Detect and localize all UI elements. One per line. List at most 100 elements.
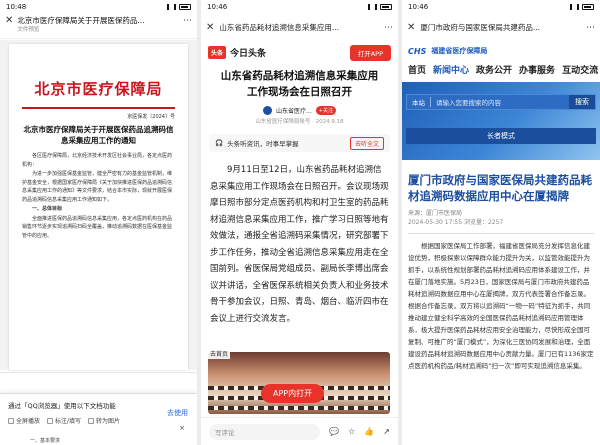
doc-number: 京医保发〔2024〕号 (127, 114, 175, 120)
status-icons (570, 4, 594, 10)
app-brand-bar: 头条 今日头条 打开APP (201, 41, 398, 64)
top-bar: ✕ 厦门市政府与国家医保局共建药品... ⋯ (402, 14, 600, 41)
article-meta: 来源：厦门市医保局 2024-05-30 17:55 浏览量：2257 (402, 204, 600, 227)
sheet-options: 全屏播放 标注/填写 转为图片 (8, 416, 189, 425)
top-bar: ✕ 北京市医疗保障局关于开展医保药品... 文件预览 ⋯ (0, 14, 197, 39)
meta-source: 来源：厦门市医保局 (408, 210, 463, 217)
favorite-icon[interactable]: ☆ (348, 427, 355, 436)
article-meta: 山东省医疗保障局账号 · 2024.9.18 (255, 119, 344, 125)
doc-paragraph: 全面推进医保药品追溯码信息采集应用，各定点医药机构在药品销售环节逐步实现追溯码扫… (22, 215, 173, 239)
document-page: 北京市医疗保障局 京医保发〔2024〕号 北京市医疗保障局关于开展医保药品追溯码… (9, 44, 188, 370)
promo-text: 头条听资讯，时事早掌握 (227, 140, 299, 148)
checkbox-icon (47, 418, 54, 424)
comment-input[interactable]: 写评论 (209, 423, 321, 440)
status-bar: 10:48 (0, 0, 197, 14)
close-icon[interactable]: ✕ (206, 22, 214, 33)
battery-icon (380, 4, 392, 10)
nav-item-interaction[interactable]: 互动交流 (562, 63, 598, 76)
back-home-link[interactable]: 去首页 (208, 348, 231, 359)
page-title: 山东省药品耗材追溯信息采集应用... (219, 23, 340, 32)
main-nav: 首页 新闻中心 政务公开 办事服务 互动交流 (402, 61, 600, 78)
doc-paragraph: 为进一步加强医保基金监管，健全严密有力的基金监管机制，维护基金安全，根据国家医疗… (22, 171, 173, 203)
signal-icon (570, 4, 579, 10)
title-group: 北京市医疗保障局关于开展医保药品... 文件预览 (17, 15, 179, 34)
option-fullscreen[interactable]: 全屏播放 (8, 416, 40, 425)
sheet-text: 通过「QQ浏览器」使用以下文档功能 (8, 402, 116, 410)
audio-promo[interactable]: 🎧 头条听资讯，时事早掌握 去听全文 (209, 134, 390, 152)
elder-mode-label: 长者模式 (487, 132, 515, 140)
more-icon[interactable]: ⋯ (586, 23, 595, 33)
search-bar: 本站 请输入您要搜索的内容 搜索 (406, 94, 596, 110)
toutiao-logo: 头条 (208, 46, 227, 59)
checkbox-icon (88, 418, 95, 424)
signal-icon (167, 4, 176, 10)
next-page-peek (9, 374, 188, 390)
search-scope[interactable]: 本站 (407, 97, 431, 107)
more-icon[interactable]: ⋯ (384, 23, 393, 33)
seat-row (208, 406, 390, 410)
top-bar: ✕ 山东省药品耗材追溯信息采集应用... ⋯ (201, 14, 398, 41)
status-bar: 10:46 (402, 0, 600, 14)
page-title: 厦门市政府与国家医保局共建药品... (420, 23, 541, 32)
search-banner: 本站 请输入您要搜索的内容 搜索 长者模式 (402, 82, 600, 160)
status-time: 10:46 (207, 3, 228, 11)
doc-header: 北京市医疗保障局 (34, 80, 163, 98)
nav-item-services[interactable]: 办事服务 (519, 63, 555, 76)
article-body: 根据国家医保局工作部署，福建省医保局充分发挥信息化建设优势，积极探索以保障群众能… (408, 242, 594, 370)
open-app-button[interactable]: 打开APP (349, 44, 391, 61)
doc-section-heading: 一、总体目标 (32, 206, 63, 212)
site-name: 福建省医疗保障局 (431, 47, 488, 55)
meta-date-views: 2024-05-30 17:55 浏览量：2257 (408, 219, 504, 226)
more-icon[interactable]: ⋯ (183, 15, 192, 27)
share-icon[interactable]: ↗ (383, 427, 390, 436)
article-image (208, 352, 390, 414)
battery-icon (179, 4, 191, 10)
like-icon[interactable]: 👍 (364, 427, 374, 436)
phone-panel-fujian-medical-site: 10:46 ✕ 厦门市政府与国家医保局共建药品... ⋯ CHS 福建省医疗保障… (402, 0, 600, 445)
status-time: 10:48 (6, 3, 27, 11)
article-body: 9月11日至12日，山东省药品耗材追溯信息采集应用工作现场会在日照召开。会议现场… (210, 165, 389, 324)
chs-logo: CHS (408, 46, 427, 56)
checkbox-icon (8, 418, 14, 424)
option-to-image[interactable]: 转为图片 (88, 416, 120, 425)
search-input[interactable]: 请输入您要搜索的内容 (431, 97, 569, 107)
search-button[interactable]: 搜索 (569, 95, 595, 109)
brand-name: 今日头条 (230, 49, 267, 59)
doc-paragraph: 各区医疗保障局，北京经济技术开发区社会事业局，各定点医药机构： (22, 153, 173, 168)
article-headline: 山东省药品耗材追溯信息采集应用工作现场会在日照召开 (220, 70, 379, 98)
doc-title: 北京市医疗保障局关于开展医保药品追溯码信息采集应用工作的通知 (23, 125, 174, 145)
nav-item-news[interactable]: 新闻中心 (433, 63, 469, 76)
follow-button[interactable]: +关注 (315, 106, 336, 115)
status-bar: 10:46 (201, 0, 398, 14)
option-label: 标注/填写 (55, 418, 82, 425)
app-open-button[interactable]: APP内打开 (261, 384, 325, 403)
phone-panel-toutiao-article: 10:46 ✕ 山东省药品耗材追溯信息采集应用... ⋯ 头条 今日头条 打开A… (201, 0, 398, 445)
listen-button[interactable]: 去听全文 (349, 136, 384, 150)
page-title: 北京市医疗保障局关于开展医保药品... (17, 16, 145, 25)
status-icons (368, 4, 392, 10)
comment-icon[interactable]: 💬 (329, 427, 339, 436)
elder-mode-button[interactable]: 长者模式 (406, 128, 596, 144)
header-rule (22, 107, 175, 109)
status-time: 10:46 (408, 3, 429, 11)
article-headline: 厦门市政府与国家医保局共建药品耗材追溯码数据应用中心在厦揭牌 (408, 173, 592, 203)
source-name[interactable]: 山东省医疗... (276, 106, 312, 115)
use-button[interactable]: 去使用 (167, 408, 188, 418)
nav-item-gov-affairs[interactable]: 政务公开 (476, 63, 512, 76)
page-subtitle: 文件预览 (17, 27, 40, 33)
bottom-action-bar: 写评论 💬 ☆ 👍 ↗ (201, 417, 398, 445)
battery-icon (582, 4, 594, 10)
page-separator (0, 372, 197, 373)
doc-body: 各区医疗保障局，北京经济技术开发区社会事业局，各定点医药机构： 为进一步加强医保… (22, 152, 175, 240)
option-annotate[interactable]: 标注/填写 (47, 416, 81, 425)
close-icon[interactable]: ✕ (5, 15, 13, 27)
close-icon[interactable]: ✕ (407, 22, 415, 33)
signal-icon (368, 4, 377, 10)
status-icons (167, 4, 191, 10)
document-viewer[interactable]: 北京市医疗保障局 京医保发〔2024〕号 北京市医疗保障局关于开展医保药品追溯码… (0, 40, 197, 370)
nav-item-home[interactable]: 首页 (408, 63, 426, 76)
avatar (263, 106, 273, 115)
phone-panel-document-preview: 10:48 ✕ 北京市医疗保障局关于开展医保药品... 文件预览 ⋯ 北京市医疗… (0, 0, 197, 445)
sheet-close-icon[interactable]: × (179, 424, 185, 432)
doc-footer-text: 一、基本要求 (30, 438, 61, 444)
